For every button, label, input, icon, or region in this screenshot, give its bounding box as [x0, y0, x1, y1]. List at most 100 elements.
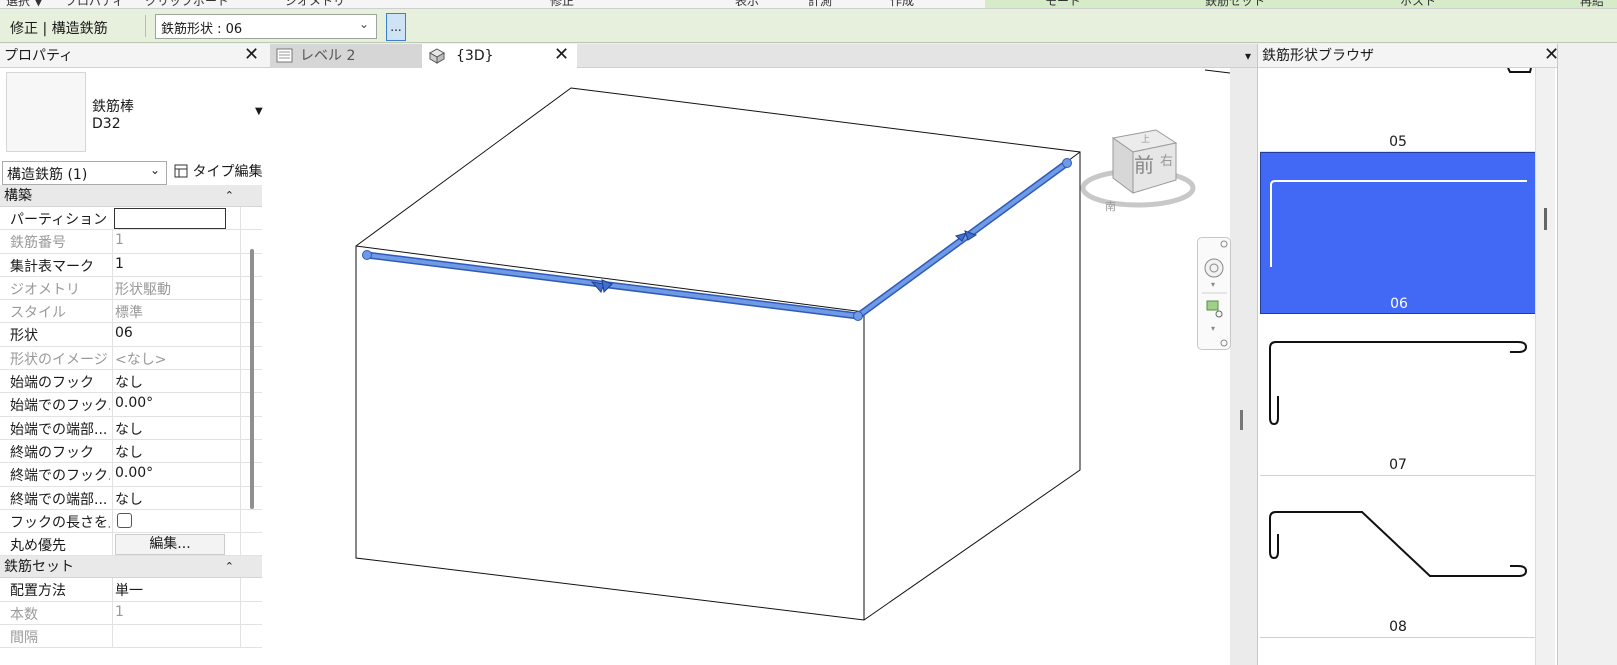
property-row[interactable]: 始端でのフック... 0.00° — [0, 393, 262, 417]
group-header-construction[interactable]: 構築 ⌃ — [0, 185, 262, 207]
property-value[interactable]: なし — [115, 372, 143, 392]
property-name: 終端での端部... — [10, 491, 108, 508]
property-value[interactable]: 1 — [115, 256, 124, 272]
type-name-label: D32 — [92, 116, 121, 132]
shape-item-08[interactable]: 08 — [1260, 476, 1536, 638]
close-icon[interactable] — [1220, 240, 1228, 248]
ribbon-tab-properties[interactable]: プロパティ — [65, 0, 124, 8]
close-icon[interactable]: ✕ — [554, 44, 569, 66]
instance-filter-select[interactable]: 構造鉄筋 (1) ⌄ — [2, 161, 167, 185]
context-label: 修正 | 構造鉄筋 — [10, 21, 108, 37]
type-family-label: 鉄筋棒 — [92, 99, 134, 115]
shape-item-07[interactable]: 07 — [1260, 314, 1536, 476]
shape-browser-toggle-button[interactable]: ... — [386, 13, 406, 41]
options-icon[interactable] — [1220, 339, 1228, 347]
view-tab-bar: レベル 2 {3D} ✕ ▾ — [270, 44, 1257, 68]
property-name: 形状のイメージ — [10, 351, 108, 368]
property-row[interactable]: パーティション — [0, 207, 262, 231]
ribbon-tab-geometry[interactable]: ジオメトリ — [285, 0, 345, 8]
rounding-edit-button[interactable]: 編集... — [115, 534, 225, 556]
resize-handle[interactable] — [1240, 410, 1243, 430]
shape-05-preview — [1507, 67, 1532, 73]
property-row: 形状のイメージ <なし> — [0, 346, 262, 371]
collapse-icon[interactable]: ⌃ — [225, 185, 234, 207]
tab-menu-icon[interactable]: ▾ — [1245, 44, 1251, 68]
rebar-endpoint-grip[interactable] — [1062, 158, 1072, 168]
edit-type-button[interactable]: タイプ編集 — [172, 161, 267, 185]
model-canvas[interactable]: 前 右 上 南 — [268, 68, 1230, 665]
property-row[interactable]: 配置方法 単一 — [0, 578, 262, 602]
properties-header: プロパティ ✕ — [0, 44, 270, 68]
property-name: ジオメトリ — [10, 281, 80, 298]
dropdown-arrow-icon[interactable]: ▾ — [1211, 280, 1215, 289]
shape-06-preview — [1270, 180, 1527, 267]
chevron-down-icon: ⌄ — [358, 17, 369, 31]
viewcube-top-face[interactable]: 上 — [1141, 134, 1150, 145]
viewcube-front-face[interactable]: 前 — [1134, 153, 1154, 177]
tab-level-2[interactable]: レベル 2 — [270, 44, 422, 68]
concrete-block[interactable] — [355, 87, 1081, 621]
rebar-shape-select[interactable]: 鉄筋形状 : 06 ⌄ — [155, 14, 377, 39]
ribbon-tab-measure[interactable]: 計測 — [808, 0, 832, 8]
property-row[interactable]: 始端のフック なし — [0, 370, 262, 394]
viewcube-compass-south[interactable]: 南 — [1105, 200, 1116, 213]
ribbon-tab-modify[interactable]: 修正 — [550, 0, 574, 8]
property-value[interactable]: 0.00° — [115, 395, 153, 411]
property-value: 形状駆動 — [115, 281, 171, 298]
ribbon-tab-view[interactable]: 表示 — [735, 0, 759, 8]
shape-item-05[interactable]: 05 — [1260, 67, 1536, 152]
property-value[interactable]: なし — [115, 442, 143, 462]
property-value: 1 — [115, 603, 124, 620]
scroll-thumb[interactable] — [1544, 208, 1547, 230]
shape-browser-scrollbar[interactable] — [1535, 68, 1555, 665]
group-header-rebar-set[interactable]: 鉄筋セット ⌃ — [0, 556, 262, 579]
rebar-vertex-grip[interactable] — [853, 311, 863, 321]
shape-label: 07 — [1389, 457, 1407, 473]
override-hook-length-checkbox[interactable] — [117, 512, 132, 528]
property-row[interactable]: 終端でのフック... 0.00° — [0, 463, 262, 487]
property-row[interactable]: 終端での端部... なし — [0, 486, 262, 510]
partition-input[interactable] — [114, 208, 226, 229]
property-value[interactable]: 0.00° — [115, 465, 153, 481]
steering-wheel-icon[interactable] — [1204, 258, 1224, 278]
tab-3d[interactable]: {3D} ✕ — [422, 44, 577, 68]
rebar-shape-select-value: 鉄筋形状 : 06 — [161, 22, 243, 37]
properties-scrollbar[interactable] — [250, 249, 254, 509]
dropdown-arrow-icon[interactable]: ▾ — [1211, 324, 1215, 333]
ribbon-tab-mode[interactable]: モード — [1045, 0, 1081, 8]
property-row[interactable]: 始端での端部... なし — [0, 416, 262, 440]
chevron-down-icon: ⌄ — [149, 163, 160, 177]
shape-browser-title: 鉄筋形状ブラウザ — [1262, 48, 1374, 64]
close-icon[interactable]: ✕ — [244, 44, 259, 66]
viewcube-right-face[interactable]: 右 — [1160, 154, 1173, 169]
property-row[interactable]: 集計表マーク 1 — [0, 253, 262, 277]
ribbon-tab-strip: 選択 ▼ プロパティ クリップボード ジオメトリ 修正 表示 計測 作成 モード… — [0, 0, 1617, 9]
property-row[interactable]: 形状 06 — [0, 323, 262, 347]
ribbon-tab-rejoin[interactable]: 再結 — [1580, 0, 1604, 8]
property-row[interactable]: フックの長さを上... — [0, 509, 262, 534]
property-value[interactable]: 単一 — [115, 580, 143, 600]
dropdown-arrow-icon[interactable]: ▼ — [255, 106, 263, 117]
adjacent-panel — [1557, 44, 1617, 665]
property-row[interactable]: 丸め優先 編集... — [0, 533, 262, 557]
property-value[interactable]: 06 — [115, 325, 133, 341]
ribbon-tab-clipboard[interactable]: クリップボード — [145, 0, 229, 8]
property-row[interactable]: 終端のフック なし — [0, 439, 262, 464]
property-value[interactable]: なし — [115, 419, 143, 439]
property-name: 集計表マーク — [10, 258, 94, 275]
ribbon-tab-select[interactable]: 選択 ▼ — [6, 0, 43, 8]
shape-label: 05 — [1389, 134, 1407, 150]
collapse-icon[interactable]: ⌃ — [225, 556, 234, 578]
shape-08-preview — [1269, 511, 1528, 577]
ribbon-tab-create[interactable]: 作成 — [890, 0, 914, 8]
3d-viewport[interactable]: 前 右 上 南 — [268, 68, 1230, 665]
ribbon-tab-rebar-set[interactable]: 鉄筋セット — [1205, 0, 1265, 8]
rebar-endpoint-grip[interactable] — [362, 250, 372, 260]
navigation-bar-icons: ▾ ▾ — [1202, 240, 1228, 347]
viewcube[interactable]: 前 右 上 南 — [1080, 129, 1196, 213]
zoom-region-icon[interactable] — [1206, 300, 1219, 311]
shape-item-06[interactable]: 06 — [1260, 152, 1536, 314]
property-value: <なし> — [115, 351, 167, 368]
property-value[interactable]: なし — [115, 489, 143, 509]
ribbon-tab-host[interactable]: ホスト — [1400, 0, 1436, 8]
